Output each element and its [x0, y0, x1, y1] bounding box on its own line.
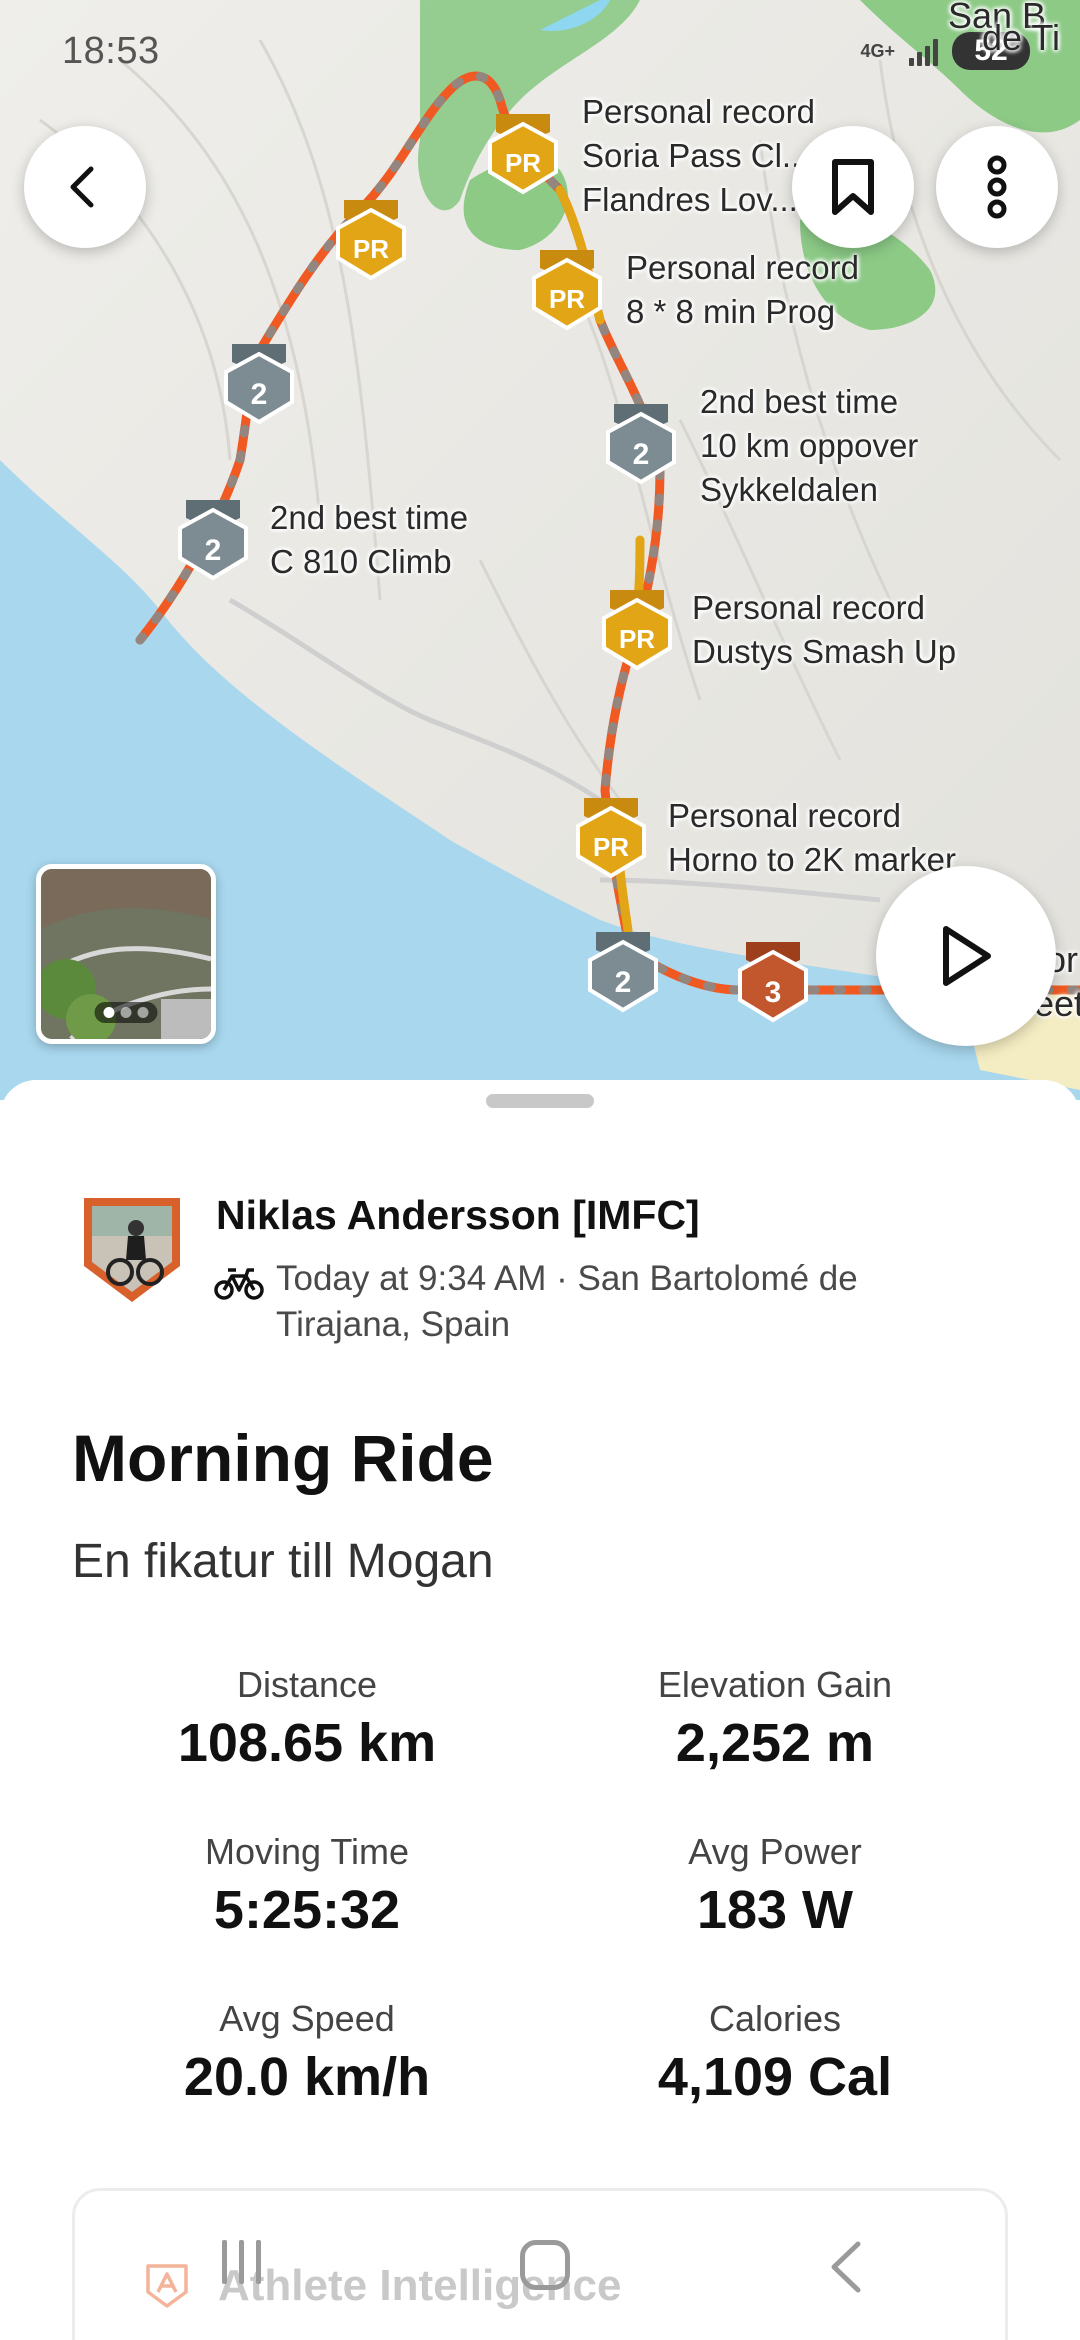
stat-avg-power: Avg Power 183 W: [540, 1831, 1010, 1941]
stat-elevation-gain: Elevation Gain 2,252 m: [540, 1664, 1010, 1774]
medal-text: 2: [615, 966, 632, 999]
segment-status: 2nd best time: [700, 383, 899, 420]
stat-calories: Calories 4,109 Cal: [540, 1998, 1010, 2108]
stat-value: 4,109 Cal: [657, 2047, 893, 2107]
pr-medal-icon[interactable]: PR: [574, 794, 648, 880]
segment-label-horno[interactable]: Personal record Horno to 2K marker: [668, 794, 956, 882]
stat-value: 20.0 km/h: [183, 2047, 431, 2107]
medal-text: PR: [505, 148, 541, 178]
chevron-left-icon: [70, 166, 94, 208]
photo-thumbnail[interactable]: [36, 864, 216, 1044]
segment-name: 8 * 8 min Prog: [626, 293, 836, 330]
activity-sheet: Niklas Andersson [IMFC] Today at 9:34 AM…: [0, 1080, 1080, 2340]
segment-status: Personal record: [626, 249, 859, 286]
back-button[interactable]: [24, 126, 146, 248]
medal-text: 2: [633, 438, 650, 471]
map-place-label: de Ti: [982, 17, 1061, 58]
more-options-button[interactable]: [936, 126, 1058, 248]
segment-status: Personal record: [582, 93, 815, 130]
bike-icon: [214, 1268, 264, 1300]
bronze-medal-icon[interactable]: 3: [736, 938, 810, 1024]
play-icon: [943, 926, 991, 986]
segment-name: Dustys Smash Up: [692, 633, 957, 670]
segment-label-c810[interactable]: 2nd best time C 810 Climb: [270, 496, 468, 584]
nav-back-button[interactable]: [826, 2238, 866, 2296]
medal-text: 2: [251, 378, 268, 411]
medal-text: PR: [619, 624, 655, 654]
stat-label: Elevation Gain: [657, 1664, 893, 1705]
medal-text: 2: [205, 534, 222, 567]
nav-home-button[interactable]: [520, 2240, 570, 2290]
bookmark-button[interactable]: [792, 126, 914, 248]
stat-label: Calories: [708, 1998, 842, 2039]
photo-pager: [94, 1002, 158, 1023]
network-type: 4G+: [860, 41, 895, 61]
segment-name: C 810 Climb: [270, 543, 452, 580]
stat-label: Avg Speed: [219, 1998, 395, 2039]
segment-label-8x8-prog[interactable]: Personal record 8 * 8 min Prog: [626, 246, 859, 334]
stat-moving-time: Moving Time 5:25:32: [72, 1831, 542, 1941]
bookmark-icon: [832, 159, 874, 215]
segment-status: Personal record: [692, 589, 925, 626]
stat-avg-speed: Avg Speed 20.0 km/h: [72, 1998, 542, 2108]
sheet-drag-handle[interactable]: [486, 1094, 594, 1108]
pr-medal-icon[interactable]: PR: [530, 246, 604, 332]
nav-recents-button[interactable]: [222, 2240, 261, 2284]
athlete-avatar[interactable]: [80, 1194, 184, 1306]
activity-description: En fikatur till Mogan: [72, 1535, 494, 1588]
silver-medal-icon[interactable]: 2: [604, 400, 678, 486]
medal-text: 3: [765, 976, 782, 1009]
silver-medal-icon[interactable]: 2: [586, 928, 660, 1014]
segment-status: Personal record: [668, 797, 901, 834]
stat-label: Distance: [236, 1664, 378, 1705]
athlete-name[interactable]: Niklas Andersson [IMFC]: [216, 1192, 700, 1239]
stat-distance: Distance 108.65 km: [72, 1664, 542, 1774]
stat-label: Moving Time: [204, 1831, 410, 1872]
medal-text: PR: [549, 284, 585, 314]
activity-title: Morning Ride: [72, 1421, 494, 1495]
more-vertical-icon: [987, 155, 1007, 219]
athlete-intelligence-icon: [146, 2264, 188, 2308]
status-time: 18:53: [62, 30, 160, 72]
medal-text: PR: [593, 832, 629, 862]
silver-medal-icon[interactable]: 2: [176, 496, 250, 582]
stat-value: 183 W: [696, 1880, 854, 1940]
silver-medal-icon[interactable]: 2: [222, 340, 296, 426]
stat-value: 108.65 km: [177, 1713, 437, 1773]
route-map[interactable]: 18:53 4G+ 52 San B de Ti or eet PR PR PR…: [0, 0, 1080, 1100]
activity-meta: Today at 9:34 AM · San Bartolomé de Tira…: [276, 1259, 858, 1344]
segment-name: Horno to 2K marker: [668, 841, 956, 878]
segment-label-sykkeldalen[interactable]: 2nd best time 10 km oppover Sykkeldalen: [700, 380, 918, 512]
pr-medal-icon[interactable]: PR: [600, 586, 674, 672]
segment-status: 2nd best time: [270, 499, 469, 536]
stat-value: 2,252 m: [675, 1713, 875, 1773]
pr-medal-icon[interactable]: PR: [334, 196, 408, 282]
play-flyover-button[interactable]: [876, 866, 1056, 1046]
segment-name: 10 km oppover: [700, 427, 919, 464]
segment-name-2: Sykkeldalen: [700, 471, 878, 508]
signal-icon: [909, 36, 938, 66]
stat-label: Avg Power: [688, 1831, 862, 1872]
stat-value: 5:25:32: [213, 1880, 401, 1940]
medal-text: PR: [353, 234, 389, 264]
segment-label-dustys[interactable]: Personal record Dustys Smash Up: [692, 586, 956, 674]
pr-medal-icon[interactable]: PR: [486, 110, 560, 196]
